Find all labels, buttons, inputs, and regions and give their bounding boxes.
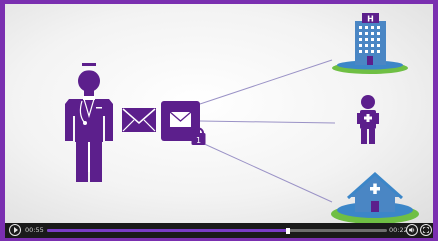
video-player: 1 H 00:55 00:22 [0, 0, 438, 241]
seek-progress [47, 229, 289, 232]
play-icon[interactable] [9, 224, 21, 236]
patient-icon [357, 95, 379, 144]
envelope-icon [122, 108, 156, 132]
volume-icon[interactable] [406, 224, 418, 236]
video-stage[interactable]: 1 H [5, 4, 433, 223]
lock-badge: 1 [196, 136, 201, 145]
hospital-sign: H [367, 15, 374, 24]
seek-handle[interactable] [286, 227, 291, 234]
hospital-icon: H [332, 13, 408, 74]
home-icon [331, 171, 419, 223]
connector-line-patient [199, 120, 336, 124]
connector-line-hospital [199, 59, 333, 105]
fullscreen-icon[interactable] [420, 224, 432, 236]
doctor-icon [65, 63, 113, 182]
animation-scene: 1 H [65, 13, 419, 223]
playback-controls: 00:55 00:22 [5, 223, 433, 238]
connector-line-home [199, 141, 333, 203]
remaining-time: 00:22 [389, 226, 408, 234]
seek-bar[interactable] [47, 227, 387, 234]
elapsed-time: 00:55 [25, 226, 44, 234]
